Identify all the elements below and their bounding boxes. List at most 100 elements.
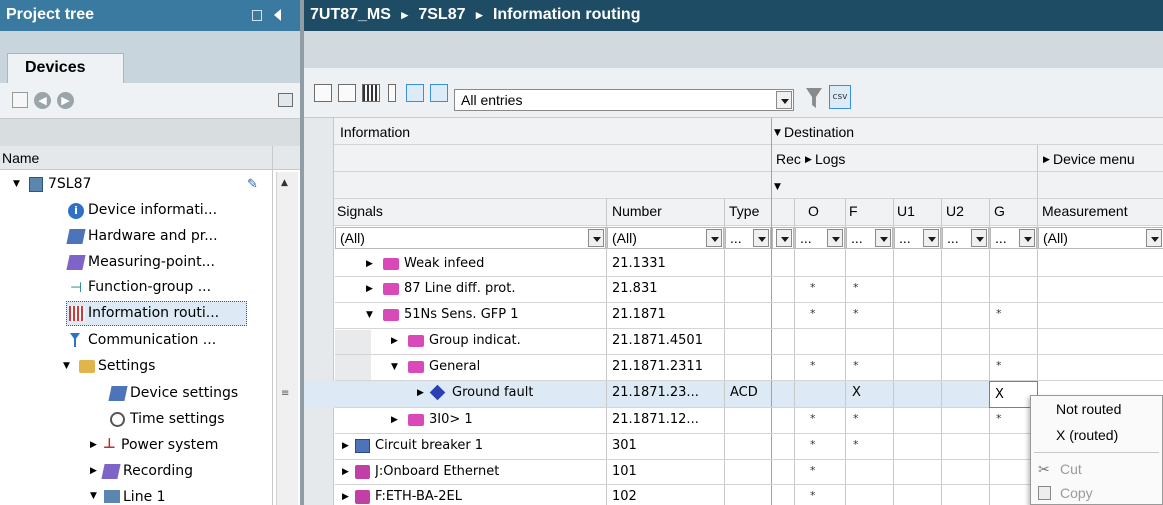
table-row[interactable]: ▶ Circuit breaker 1 301 * * [335,434,1035,459]
col-f[interactable]: F [849,199,858,223]
menu-item-copy[interactable]: Copy [1030,481,1163,505]
header-device-menu[interactable]: Device menu [1053,147,1135,171]
expanded-arrow-icon[interactable]: ▼ [90,491,97,501]
filter-number[interactable]: (All) [607,227,724,249]
columns-icon[interactable] [362,84,380,102]
tree-item-information-routing[interactable]: Information routi... [66,301,247,326]
menu-item-not-routed[interactable]: Not routed [1030,397,1163,421]
routing-g[interactable]: * [996,359,1002,372]
chevron-down-icon[interactable] [1146,229,1162,247]
forward-icon[interactable]: ▶ [57,92,74,109]
routing-o[interactable]: * [810,489,816,502]
routing-f[interactable]: * [853,281,859,294]
col-u1[interactable]: U1 [897,199,915,223]
expanded-arrow-icon[interactable]: ▼ [13,179,20,189]
routing-o[interactable]: * [810,464,816,477]
table-row[interactable]: ▶ 3I0> 1 21.1871.12... * * * [335,408,1035,433]
tree-item-power-system[interactable]: ▶ ⊥ Power system [0,433,272,458]
chevron-down-icon[interactable] [776,229,792,247]
chevron-down-icon[interactable] [706,229,722,247]
tree-item-line-1[interactable]: ▼ Line 1 [0,484,272,505]
menu-item-routed[interactable]: X (routed) [1030,423,1163,447]
chevron-down-icon[interactable] [827,229,843,247]
col-type[interactable]: Type [729,199,759,223]
routing-o[interactable]: * [810,438,816,451]
routing-o[interactable]: * [810,307,816,320]
col-o[interactable]: O [808,199,819,223]
collapsed-arrow-icon[interactable]: ▶ [342,467,349,477]
header-logs[interactable]: Logs [815,147,845,171]
tree-item-recording[interactable]: ▶ Recording [0,459,272,484]
edit-pencil-icon[interactable]: ✎ [247,177,258,192]
expanded-arrow-icon[interactable]: ▼ [391,362,398,372]
menu-item-cut[interactable]: ✂ Cut [1030,457,1163,481]
filter-u1[interactable]: ... [894,227,941,249]
col-g[interactable]: G [994,199,1005,223]
chevron-down-icon[interactable] [923,229,939,247]
table-row[interactable]: ▼ 51Ns Sens. GFP 1 21.1871 * * * [335,303,1035,328]
destination-expand-icon[interactable]: ▼ [774,128,781,138]
table-row[interactable]: ▶ 87 Line diff. prot. 21.831 * * [335,277,1035,302]
table-row[interactable]: ▼ General 21.1871.2311 * * * [335,355,1035,380]
pin-icon[interactable] [252,10,262,21]
header-rec[interactable]: Rec [776,147,806,171]
tree-item-time-settings[interactable]: Time settings [0,407,272,432]
expanded-arrow-icon[interactable]: ▼ [63,361,70,371]
tree-item-device-settings[interactable]: Device settings [0,381,272,406]
table-row[interactable]: ▶ J:Onboard Ethernet 101 * [335,460,1035,484]
filter-rec[interactable] [772,227,794,249]
tree-item-7sl87[interactable]: ▼ 7SL87 ✎ [0,172,272,197]
routing-f[interactable]: * [853,412,859,425]
col-signals[interactable]: Signals [337,199,383,223]
scroll-grip-icon[interactable]: ≡ [281,388,289,399]
overview-icon[interactable] [278,93,293,107]
entries-filter-select[interactable]: All entries [454,89,794,111]
breadcrumb-item[interactable]: 7UT87_MS [310,6,391,23]
chevron-down-icon[interactable] [776,91,792,109]
tree-item-settings[interactable]: ▼ Settings [0,354,272,379]
scroll-up-icon[interactable]: ▲ [281,178,288,188]
chevron-down-icon[interactable] [1019,229,1035,247]
filter-o[interactable]: ... [795,227,845,249]
routing-f[interactable]: * [853,438,859,451]
collapsed-arrow-icon[interactable]: ▶ [90,466,97,476]
list-view-icon[interactable] [406,84,424,102]
chevron-down-icon[interactable] [875,229,891,247]
routing-o[interactable]: * [810,359,816,372]
detail-view-icon[interactable] [430,84,448,102]
col-number[interactable]: Number [612,199,662,223]
routing-f[interactable]: * [853,359,859,372]
collapsed-arrow-icon[interactable]: ▶ [417,388,424,398]
expand-all-icon[interactable] [314,84,332,102]
routing-g[interactable]: * [996,307,1002,320]
single-column-icon[interactable] [388,84,396,102]
chevron-down-icon[interactable] [971,229,987,247]
chevron-down-icon[interactable] [588,229,604,247]
collapsed-arrow-icon[interactable]: ▶ [366,259,373,269]
expanded-arrow-icon[interactable]: ▼ [366,310,373,320]
filter-f[interactable]: ... [846,227,893,249]
routing-f[interactable]: X [852,381,861,405]
collapsed-arrow-icon[interactable]: ▶ [391,336,398,346]
filter-measurement[interactable]: (All) [1038,227,1163,249]
table-row[interactable]: ▶ Weak infeed 21.1331 [335,252,1035,277]
filter-u2[interactable]: ... [942,227,989,249]
new-device-icon[interactable] [12,92,28,108]
rec-expand-icon[interactable]: ▼ [774,182,781,192]
csv-export-button[interactable]: csv [829,85,851,109]
col-u2[interactable]: U2 [946,199,964,223]
table-row[interactable]: ▶ F:ETH-BA-2EL 102 * [335,485,1035,505]
logs-expand-icon[interactable]: ▶ [805,155,812,165]
tree-item-device-information[interactable]: i Device informati... [0,198,272,223]
tab-devices[interactable]: Devices [7,53,124,83]
collapsed-arrow-icon[interactable]: ▶ [391,415,398,425]
collapsed-arrow-icon[interactable]: ▶ [342,441,349,451]
back-icon[interactable]: ◀ [34,92,51,109]
tree-item-communication[interactable]: Communication ... [0,328,272,353]
tree-item-hardware[interactable]: Hardware and pr... [0,224,272,249]
collapse-left-icon[interactable] [274,9,281,21]
left-scrollbar[interactable] [276,172,298,505]
filter-g[interactable]: ... [990,227,1037,249]
collapsed-arrow-icon[interactable]: ▶ [366,284,373,294]
chevron-down-icon[interactable] [753,229,769,247]
